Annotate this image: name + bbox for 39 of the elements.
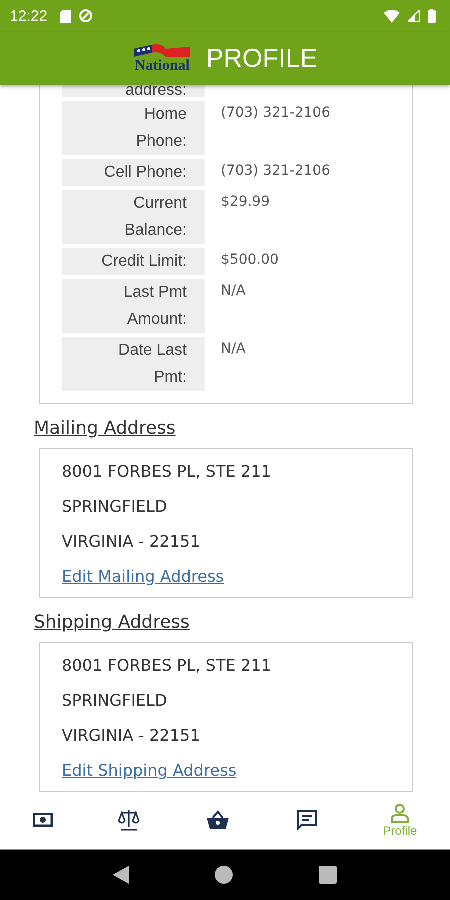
status-time: 12:22	[10, 8, 48, 24]
section-heading: Mailing Address	[34, 418, 176, 440]
field-value: $500.00	[220, 251, 279, 270]
field-value: $29.99	[220, 193, 270, 212]
cash-icon	[32, 813, 53, 828]
basket-icon	[206, 810, 230, 830]
person-icon	[390, 802, 410, 823]
address-line: SPRINGFIELD	[62, 690, 168, 712]
signal-icon	[408, 10, 420, 22]
address-line: SPRINGFIELD	[62, 496, 168, 518]
address-line: VIRGINIA - 22151	[62, 725, 200, 748]
field-label: address:	[62, 85, 205, 98]
flag-icon	[132, 43, 192, 60]
field-label: Current Balance:	[62, 190, 205, 244]
field-value: (703) 321-2106	[220, 104, 330, 124]
edit-address-link[interactable]: Edit Mailing Address	[62, 564, 224, 590]
address-line: 8001 FORBES PL, STE 211	[62, 655, 272, 678]
field-value: N/A	[220, 340, 246, 360]
field-label: Last Pmt Amount:	[62, 279, 205, 334]
home-icon[interactable]	[215, 866, 233, 884]
recents-icon[interactable]	[319, 866, 337, 884]
wifi-icon	[384, 10, 400, 22]
edit-address-link[interactable]: Edit Shipping Address	[62, 758, 237, 784]
address-line: VIRGINIA - 22151	[62, 531, 200, 554]
field-label: Credit Limit:	[62, 248, 205, 276]
address-line: 8001 FORBES PL, STE 211	[62, 461, 272, 484]
field-value: N/A	[220, 282, 246, 302]
field-label: Home Phone:	[62, 101, 205, 156]
field-value: (703) 321-2106	[220, 162, 330, 182]
scale-icon	[118, 809, 140, 832]
section-heading: Shipping Address	[34, 612, 190, 634]
field-label: Date Last Pmt:	[62, 337, 205, 392]
back-icon[interactable]	[113, 866, 129, 884]
battery-icon	[428, 9, 436, 23]
field-label: Cell Phone:	[62, 159, 205, 186]
logo-text: National	[134, 59, 190, 74]
sd-card-icon	[60, 10, 71, 22]
message-icon	[296, 809, 318, 832]
page-title: PROFILE	[206, 43, 318, 74]
